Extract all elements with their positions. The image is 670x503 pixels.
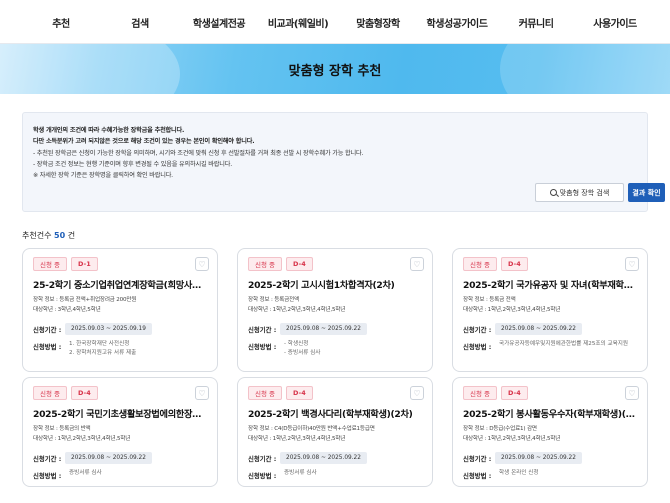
heart-icon[interactable]: ♡ — [625, 257, 639, 271]
method-line: 증빙서류 심사 — [69, 470, 102, 476]
notice-line: 다만 소득분위가 고려 되지않은 것으로 해당 조건이 있는 경우는 본인이 확… — [33, 138, 255, 145]
application-method: 국가유공자등예우및지원에관한법률 제25조의 교육지원 — [499, 340, 628, 349]
status-badge: 신청 중 — [33, 386, 68, 400]
heart-icon[interactable]: ♡ — [195, 386, 209, 400]
method-label: 신청방법 : — [33, 343, 62, 351]
status-badge: 신청 중 — [33, 257, 68, 271]
application-period: 2025.09.08 ~ 2025.09.22 — [65, 452, 152, 464]
notice-box: 학생 개개인의 조건에 따라 수혜가능한 장학금을 추천합니다. 다만 소득분위… — [22, 112, 665, 212]
dday-badge: D-1 — [71, 257, 98, 271]
count-label: 추천건수 — [22, 231, 52, 240]
nav-student-success-guide[interactable]: 학생성공가이드 — [427, 15, 488, 30]
method-label: 신청방법 : — [33, 472, 62, 480]
method-line: - 증빙서류 심사 — [284, 350, 321, 356]
scholarship-info: 장학 정보 : 등록금 전액+취업장려금 200만원 — [33, 297, 137, 303]
notice-line: ※ 자세한 장학 기준은 장학명을 클릭하여 확인 바랍니다. — [33, 172, 173, 179]
method-line: 학생 온라인 신청 — [499, 470, 539, 476]
scholarship-card[interactable]: 신청 중 D-4 ♡ 2025-2학기 봉사활동우수자(학부재학생)(2차) 장학… — [452, 377, 648, 487]
scholarship-info: 장학 정보 : 등록금전액 — [248, 297, 299, 303]
target-grade: 대상학년 : 1학년,2학년,3학년,4학년,5학년 — [463, 307, 561, 313]
application-method: 1. 한국장학재단 사전신청 2. 장학처지원고유 서류 제출 — [69, 340, 136, 358]
heart-icon[interactable]: ♡ — [410, 257, 424, 271]
page-title: 맞춤형 장학 추천 — [288, 64, 382, 79]
scholarship-title[interactable]: 2025-2학기 고시시험1차합격자(2차) — [248, 277, 424, 291]
dday-badge: D-4 — [286, 386, 313, 400]
status-badge: 신청 중 — [248, 257, 283, 271]
heart-icon[interactable]: ♡ — [195, 257, 209, 271]
scholarship-title[interactable]: 2025-2학기 국가유공자 및 자녀(학부재학생)(2차) — [463, 277, 639, 291]
method-label: 신청방법 : — [463, 343, 492, 351]
status-badge: 신청 중 — [463, 257, 498, 271]
method-line: 1. 한국장학재단 사전신청 — [69, 341, 130, 347]
notice-line: - 추천된 장학금은 신청이 가능한 장학을 의미하며, 시기와 조건에 맞춰 … — [33, 150, 364, 157]
target-grade: 대상학년 : 3학년,4학년,5학년 — [33, 307, 101, 313]
search-icon — [549, 189, 557, 196]
method-line: 국가유공자등예우및지원에관한법률 제25조의 교육지원 — [499, 341, 629, 347]
nav-search[interactable]: 검색 — [131, 15, 149, 30]
period-label: 신청기간 : — [463, 455, 492, 463]
notice-line: 학생 개개인의 조건에 따라 수혜가능한 장학금을 추천합니다. — [33, 127, 185, 134]
dday-badge: D-4 — [71, 386, 98, 400]
result-confirm-button[interactable]: 결과 확인 — [628, 183, 665, 202]
scholarship-card[interactable]: 신청 중 D-4 ♡ 2025-2학기 백경사다리(학부재학생)(2차) 장학 정… — [237, 377, 433, 487]
recommend-count: 추천건수 50 건 — [22, 230, 75, 241]
method-label: 신청방법 : — [248, 343, 277, 351]
method-line: 2. 장학처지원고유 서류 제출 — [69, 350, 137, 356]
nav-recommend[interactable]: 추천 — [52, 15, 70, 30]
custom-scholarship-search-button[interactable]: 맞춤형 장학 검색 — [535, 183, 624, 202]
target-grade: 대상학년 : 1학년,2학년,3학년,4학년,5학년 — [33, 436, 131, 442]
scholarship-title[interactable]: 2025-2학기 국민기초생활보장법에의한장학생(2차) — [33, 406, 209, 420]
count-value: 50 — [54, 231, 66, 240]
heart-icon[interactable]: ♡ — [625, 386, 639, 400]
scholarship-card[interactable]: 신청 중 D-4 ♡ 2025-2학기 국가유공자 및 자녀(학부재학생)(2차)… — [452, 248, 648, 372]
scholarship-card[interactable]: 신청 중D-4 ♡ 2025-2학기 국민기초생활보장법에의한장학생(2차) 장… — [22, 377, 218, 487]
search-button-label: 맞춤형 장학 검색 — [559, 188, 610, 197]
application-method: - 학생신청 - 증빙서류 심사 — [284, 340, 320, 358]
hero-banner: 맞춤형 장학 추천 — [0, 44, 670, 94]
status-badge: 신청 중 — [463, 386, 498, 400]
target-grade: 대상학년 : 1학년,2학년,3학년,4학년,5학년 — [248, 436, 346, 442]
application-period: 2025.09.03 ~ 2025.09.19 — [65, 323, 152, 335]
top-navigation: 추천 검색 학생설계전공 비교과(웨일비) 맞춤형장학 학생성공가이드 커뮤니티… — [0, 0, 670, 44]
period-label: 신청기간 : — [33, 455, 62, 463]
application-method: 학생 온라인 신청 — [499, 469, 539, 478]
application-method: 증빙서류 심사 — [69, 469, 102, 478]
scholarship-card[interactable]: 신청 중 D-4 ♡ 2025-2학기 고시시험1차합격자(2차) 장학 정보 :… — [237, 248, 433, 372]
period-label: 신청기간 : — [248, 326, 277, 334]
scholarship-info: 장학 정보 : C4(D등급이하)40만원 반액+수업료1등급면 — [248, 426, 375, 432]
nav-extracurricular[interactable]: 비교과(웨일비) — [268, 15, 329, 30]
nav-community[interactable]: 커뮤니티 — [519, 15, 554, 30]
method-line: 증빙서류 심사 — [284, 470, 317, 476]
scholarship-title[interactable]: 2025-2학기 백경사다리(학부재학생)(2차) — [248, 406, 424, 420]
dday-badge: D-4 — [501, 257, 528, 271]
application-period: 2025.09.08 ~ 2025.09.22 — [280, 323, 367, 335]
target-grade: 대상학년 : 1학년,2학년,3학년,4학년,5학년 — [248, 307, 346, 313]
status-badge: 신청 중 — [248, 386, 283, 400]
scholarship-info: 장학 정보 : 등록금의 반액 — [33, 426, 91, 432]
method-label: 신청방법 : — [248, 472, 277, 480]
dday-badge: D-4 — [286, 257, 313, 271]
application-period: 2025.09.08 ~ 2025.09.22 — [495, 452, 582, 464]
count-unit: 건 — [67, 231, 76, 240]
application-method: 증빙서류 심사 — [284, 469, 317, 478]
target-grade: 대상학년 : 1학년,2학년,3학년,4학년,5학년 — [463, 436, 561, 442]
period-label: 신청기간 : — [463, 326, 492, 334]
scholarship-card[interactable]: 신청 중 D-1 ♡ 25-2학기 중소기업취업연계장학금(희망사다리)유형 장학… — [22, 248, 218, 372]
scholarship-title[interactable]: 25-2학기 중소기업취업연계장학금(희망사다리)유형 — [33, 277, 209, 291]
nav-student-design-major[interactable]: 학생설계전공 — [193, 15, 246, 30]
dday-badge: D-4 — [501, 386, 528, 400]
scholarship-info: 장학 정보 : D등급(수업료1) 감면 — [463, 426, 537, 432]
method-line: - 학생신청 — [284, 341, 309, 347]
period-label: 신청기간 : — [33, 326, 62, 334]
application-period: 2025.09.08 ~ 2025.09.22 — [280, 452, 367, 464]
period-label: 신청기간 : — [248, 455, 277, 463]
nav-custom-scholarship[interactable]: 맞춤형장학 — [356, 15, 400, 30]
heart-icon[interactable]: ♡ — [410, 386, 424, 400]
nav-user-guide[interactable]: 사용가이드 — [593, 15, 637, 30]
method-label: 신청방법 : — [463, 472, 492, 480]
scholarship-title[interactable]: 2025-2학기 봉사활동우수자(학부재학생)(2차) — [463, 406, 639, 420]
application-period: 2025.09.08 ~ 2025.09.22 — [495, 323, 582, 335]
notice-line: - 장학금 조건 정보는 현행 기준이며 향후 변경될 수 있음을 유의하시길 … — [33, 161, 232, 168]
scholarship-info: 장학 정보 : 등록금 전액 — [463, 297, 516, 303]
